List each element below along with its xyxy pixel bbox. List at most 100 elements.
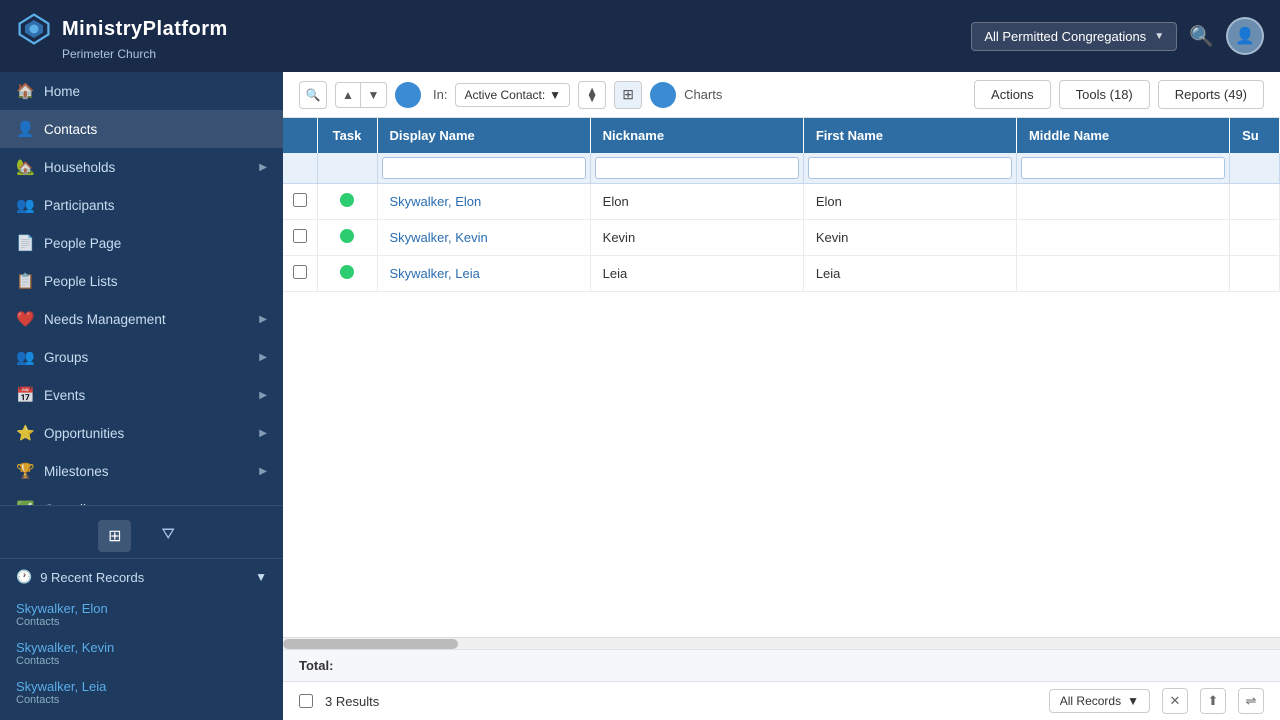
main-content: 🔍 ▲ ▼ In: Active Contact: ▼ ⧫ ⊞ Charts A…: [283, 72, 1280, 720]
home-icon: 🏠: [16, 82, 34, 100]
display-name-filter-input[interactable]: Skywalker: [382, 157, 586, 179]
sidebar-item-compliance[interactable]: ✅ Compliance ▶: [0, 490, 283, 505]
org-view-button[interactable]: ⛛: [151, 520, 184, 552]
sidebar-item-participants[interactable]: 👥 Participants: [0, 186, 283, 224]
sidebar-item-people-lists[interactable]: 📋 People Lists: [0, 262, 283, 300]
middle-name-filter-input[interactable]: [1021, 157, 1225, 179]
row-checkbox[interactable]: [293, 265, 307, 279]
su-cell: [1230, 256, 1280, 292]
sidebar-item-home[interactable]: 🏠 Home: [0, 72, 283, 110]
middle-name-cell: [1016, 256, 1229, 292]
events-icon: 📅: [16, 386, 34, 404]
collapse-icon: ▼: [255, 570, 267, 584]
first-name-filter-input[interactable]: [808, 157, 1012, 179]
app-header: MinistryPlatform Perimeter Church All Pe…: [0, 0, 1280, 72]
nav-arrows: ▲ ▼: [335, 82, 387, 108]
main-layout: 🏠 Home 👤 Contacts 🏡 Households ▶ 👥 Parti…: [0, 72, 1280, 720]
grid-view-button[interactable]: ⊞: [614, 81, 642, 109]
recent-record-name[interactable]: Skywalker, Kevin: [16, 640, 267, 655]
chevron-down-icon: ▼: [549, 88, 561, 102]
sidebar-item-label: Opportunities: [44, 426, 124, 441]
sidebar-item-events[interactable]: 📅 Events ▶: [0, 376, 283, 414]
nav-down-button[interactable]: ▼: [361, 82, 387, 108]
recent-record-item[interactable]: Skywalker, Elon Contacts: [0, 595, 283, 634]
recent-records-header[interactable]: 🕐 9 Recent Records ▼: [0, 559, 283, 595]
middle-name-cell: [1016, 220, 1229, 256]
chevron-right-icon: ▶: [259, 352, 267, 363]
nickname-cell: Elon: [590, 184, 803, 220]
sidebar-item-label: Milestones: [44, 464, 109, 479]
milestones-icon: 🏆: [16, 462, 34, 480]
export-button[interactable]: ⬆: [1200, 688, 1226, 714]
active-contact-filter[interactable]: Active Contact: ▼: [455, 83, 570, 107]
recent-record-type: Contacts: [16, 694, 267, 706]
sidebar-item-label: People Lists: [44, 274, 118, 289]
chevron-right-icon: ▶: [259, 390, 267, 401]
chevron-right-icon: ▶: [259, 428, 267, 439]
nav-up-button[interactable]: ▲: [335, 82, 361, 108]
filter-task-cell: [317, 153, 377, 184]
opportunities-icon: ⭐: [16, 424, 34, 442]
horizontal-scrollbar[interactable]: [283, 637, 1280, 649]
grid-view-button[interactable]: ⊞: [98, 520, 131, 552]
needs-icon: ❤️: [16, 310, 34, 328]
sidebar-item-needs-management[interactable]: ❤️ Needs Management ▶: [0, 300, 283, 338]
task-cell: [317, 220, 377, 256]
sidebar-item-households[interactable]: 🏡 Households ▶: [0, 148, 283, 186]
select-all-checkbox[interactable]: [299, 694, 313, 708]
recent-record-item[interactable]: Skywalker, Kevin Contacts: [0, 634, 283, 673]
sidebar-item-opportunities[interactable]: ⭐ Opportunities ▶: [0, 414, 283, 452]
view-indicator: [650, 82, 676, 108]
recent-records-list: Skywalker, Elon Contacts Skywalker, Kevi…: [0, 595, 283, 712]
recent-record-type: Contacts: [16, 655, 267, 667]
avatar[interactable]: 👤: [1226, 17, 1264, 55]
sidebar-item-milestones[interactable]: 🏆 Milestones ▶: [0, 452, 283, 490]
display-name-cell[interactable]: Skywalker, Kevin: [377, 220, 590, 256]
row-checkbox[interactable]: [293, 229, 307, 243]
congregation-dropdown[interactable]: All Permitted Congregations ▼: [971, 22, 1177, 51]
filter-display-name-cell: Skywalker: [377, 153, 590, 184]
all-records-dropdown[interactable]: All Records ▼: [1049, 689, 1150, 713]
sidebar-item-groups[interactable]: 👥 Groups ▶: [0, 338, 283, 376]
filter-label: Active Contact:: [464, 88, 545, 102]
sidebar-item-contacts[interactable]: 👤 Contacts: [0, 110, 283, 148]
charts-label: Charts: [684, 87, 722, 102]
middle-name-column-header: Middle Name: [1016, 118, 1229, 153]
page-icon: 📄: [16, 234, 34, 252]
recent-records-label: 9 Recent Records: [40, 570, 144, 585]
table-row: Skywalker, Elon Elon Elon: [283, 184, 1280, 220]
filter-su-cell: [1230, 153, 1280, 184]
recent-record-name[interactable]: Skywalker, Elon: [16, 601, 267, 616]
recent-record-name[interactable]: Skywalker, Leia: [16, 679, 267, 694]
sidebar-item-people-page[interactable]: 📄 People Page: [0, 224, 283, 262]
nickname-filter-input[interactable]: [595, 157, 799, 179]
recent-record-item[interactable]: Skywalker, Leia Contacts: [0, 673, 283, 712]
data-table: Task Display Name Nickname First Name Mi…: [283, 118, 1280, 292]
quick-search-icon[interactable]: 🔍: [299, 81, 327, 109]
su-cell: [1230, 220, 1280, 256]
sidebar-item-label: People Page: [44, 236, 121, 251]
transfer-button[interactable]: ⇌: [1238, 688, 1264, 714]
display-name-cell[interactable]: Skywalker, Elon: [377, 184, 590, 220]
display-name-cell[interactable]: Skywalker, Leia: [377, 256, 590, 292]
row-checkbox-cell: [283, 220, 317, 256]
chevron-down-icon: ▼: [1154, 31, 1164, 42]
scrollbar-thumb[interactable]: [283, 639, 458, 649]
search-icon[interactable]: 🔍: [1189, 24, 1214, 49]
recent-records-section: 🕐 9 Recent Records ▼ Skywalker, Elon Con…: [0, 558, 283, 712]
view-toggle: ⊞ ⛛: [0, 514, 283, 558]
first-name-cell: Elon: [803, 184, 1016, 220]
filter-button[interactable]: ⧫: [578, 81, 606, 109]
actions-button[interactable]: Actions: [974, 80, 1051, 109]
groups-icon: 👥: [16, 348, 34, 366]
tools-button[interactable]: Tools (18): [1059, 80, 1150, 109]
toolbar: 🔍 ▲ ▼ In: Active Contact: ▼ ⧫ ⊞ Charts A…: [283, 72, 1280, 118]
delete-button[interactable]: ✕: [1162, 688, 1188, 714]
status-dot: [340, 193, 354, 207]
sidebar-bottom: ⊞ ⛛ 🕐 9 Recent Records ▼ Skywalker, Elon…: [0, 505, 283, 720]
row-checkbox[interactable]: [293, 193, 307, 207]
households-icon: 🏡: [16, 158, 34, 176]
header-right: All Permitted Congregations ▼ 🔍 👤: [971, 17, 1264, 55]
reports-button[interactable]: Reports (49): [1158, 80, 1264, 109]
first-name-column-header: First Name: [803, 118, 1016, 153]
